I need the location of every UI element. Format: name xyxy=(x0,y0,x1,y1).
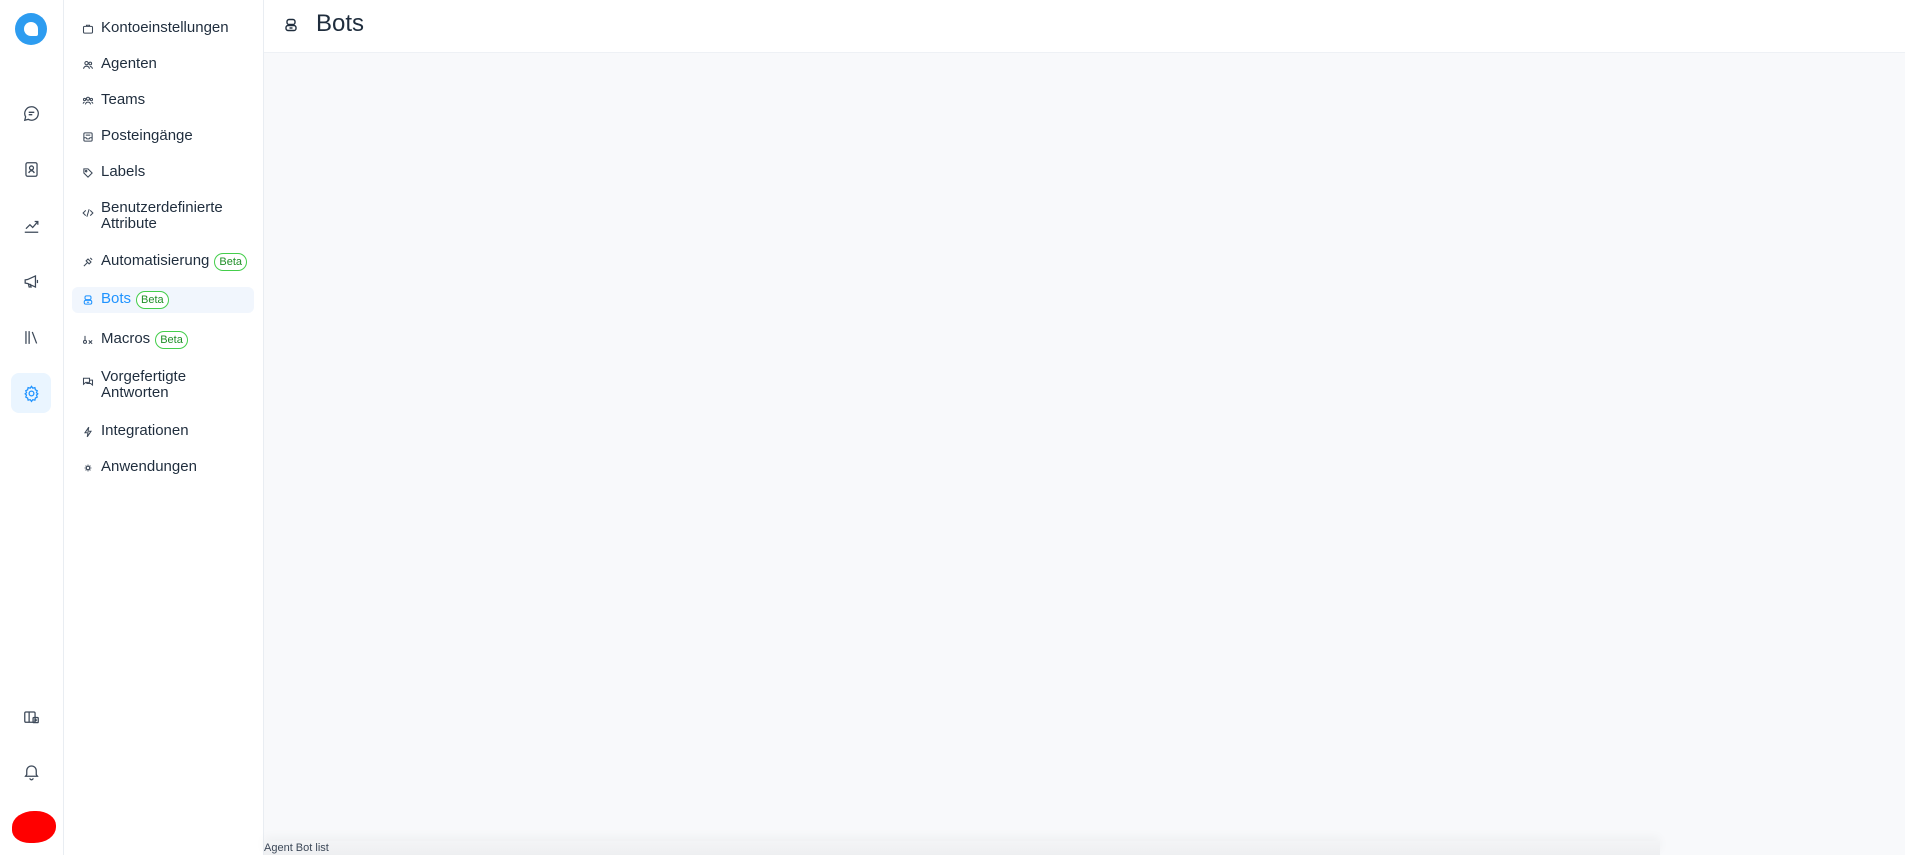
sidebar-item-teams[interactable]: Teams xyxy=(72,88,254,112)
rail-campaigns-button[interactable] xyxy=(11,261,51,301)
macro-icon xyxy=(81,333,95,347)
line-chart-icon xyxy=(24,220,38,233)
sidebar-item-label: Anwendungen xyxy=(101,458,197,475)
rail-contacts-button[interactable] xyxy=(11,149,51,189)
rail-library-button[interactable] xyxy=(11,317,51,357)
sidebar-item-macros[interactable]: Macros Beta xyxy=(72,327,254,353)
rail-reports-button[interactable] xyxy=(11,205,51,245)
canned-response-icon xyxy=(81,375,95,389)
automation-icon xyxy=(81,255,95,269)
sidebar-item-anwendungen[interactable]: Anwendungen xyxy=(72,455,254,479)
people-icon xyxy=(81,58,95,72)
sidebar-item-label: Posteingänge xyxy=(101,127,193,144)
sidebar-item-label: Bots xyxy=(101,290,132,307)
sidebar-item-agenten[interactable]: Agenten xyxy=(72,52,254,76)
sidebar-item-bots[interactable]: Bots Beta xyxy=(72,287,254,313)
sidebar-item-posteingange[interactable]: Posteingänge xyxy=(72,124,254,148)
rail-switch-account-button[interactable] xyxy=(11,697,51,737)
beta-badge: Beta xyxy=(155,331,188,349)
megaphone-icon xyxy=(24,274,38,288)
main-content xyxy=(264,53,1905,855)
app-logo[interactable] xyxy=(15,13,47,45)
settings-sidebar: Kontoeinstellungen Agenten Teams Postein… xyxy=(64,0,264,855)
status-text: Agent Bot list xyxy=(264,842,329,854)
avatar[interactable] xyxy=(12,811,56,843)
sidebar-item-label: Vorgefertigte Antworten xyxy=(101,368,187,401)
bot-icon xyxy=(282,16,300,34)
bot-icon xyxy=(81,293,95,307)
sidebar-item-label: Labels xyxy=(101,163,146,180)
contact-book-icon xyxy=(24,161,38,177)
sidebar-item-label: Integrationen xyxy=(101,422,189,439)
sidebar-item-kontoeinstellungen[interactable]: Kontoeinstellungen xyxy=(72,16,254,40)
gear-icon xyxy=(23,384,39,402)
primary-nav-rail xyxy=(0,0,64,855)
inbox-icon xyxy=(81,130,95,144)
sidebar-item-label: Benutzerdefinierte Attribute xyxy=(101,199,223,232)
sidebar-item-integrationen[interactable]: Integrationen xyxy=(72,419,254,443)
sidebar-item-label: Kontoeinstellungen xyxy=(101,19,229,36)
rail-notifications-button[interactable] xyxy=(11,751,51,791)
sidebar-item-labels[interactable]: Labels xyxy=(72,160,254,184)
rail-settings-button[interactable] xyxy=(11,373,51,413)
tag-icon xyxy=(81,166,95,180)
sidebar-item-label: Teams xyxy=(101,91,146,108)
beta-badge: Beta xyxy=(136,291,169,309)
briefcase-icon xyxy=(81,22,95,36)
page-title: Bots xyxy=(316,10,365,37)
sidebar-item-label: Macros xyxy=(101,330,151,347)
page-header: Bots xyxy=(264,0,1905,53)
flash-icon xyxy=(81,425,95,439)
sidebar-item-automatisierung[interactable]: Automatisierung Beta xyxy=(72,249,254,275)
switch-account-icon xyxy=(23,710,39,723)
sidebar-item-label: Automatisierung xyxy=(101,252,210,269)
library-books-icon xyxy=(24,330,37,344)
bell-icon xyxy=(23,764,39,780)
rail-conversations-button[interactable] xyxy=(11,93,51,133)
sidebar-item-benutzerdefinierte-attribute[interactable]: Benutzerdefinierte Attribute xyxy=(72,196,254,236)
code-icon xyxy=(81,206,95,220)
apps-icon xyxy=(81,461,95,475)
chat-bubble-icon xyxy=(23,105,39,121)
beta-badge: Beta xyxy=(214,253,248,271)
sidebar-item-vorgefertigte-antworten[interactable]: Vorgefertigte Antworten xyxy=(72,365,254,405)
status-bar: Agent Bot list xyxy=(264,841,1660,855)
sidebar-item-label: Agenten xyxy=(101,55,157,72)
team-icon xyxy=(81,94,95,108)
